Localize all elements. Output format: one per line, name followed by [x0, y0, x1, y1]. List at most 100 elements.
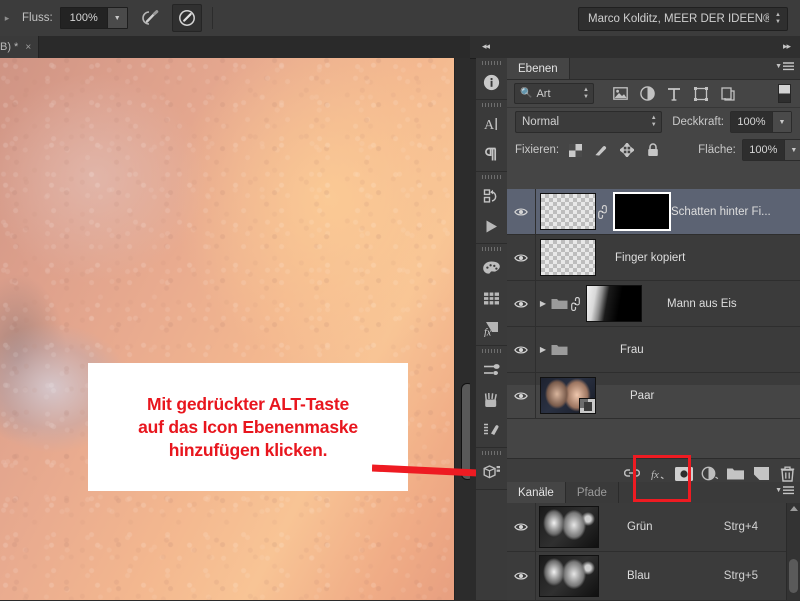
layer-name[interactable]: Paar — [630, 390, 654, 402]
shape-filter-icon[interactable] — [693, 86, 709, 102]
chevron-updown-icon[interactable]: ▲ ▼ — [579, 87, 593, 100]
layer-visibility-toggle[interactable] — [507, 189, 536, 234]
opacity-field[interactable]: 100% ▼ — [730, 111, 792, 133]
flow-value[interactable]: 100% — [60, 8, 107, 28]
scroll-up-arrow-icon[interactable] — [790, 506, 798, 511]
actions-play-icon[interactable] — [476, 211, 507, 241]
dock-grip[interactable] — [476, 58, 507, 67]
layer-list[interactable]: Schatten hinter Fi... Finger kopiert ▶ M… — [507, 189, 800, 419]
dock-grip[interactable] — [476, 448, 507, 457]
channels-scrollbar[interactable] — [786, 503, 800, 600]
image-filter-icon[interactable] — [612, 86, 628, 102]
channel-visibility-toggle[interactable] — [507, 552, 536, 600]
channel-thumbnail[interactable] — [539, 506, 599, 548]
link-icon[interactable] — [596, 204, 609, 219]
fill-dropdown-arrow[interactable]: ▼ — [783, 140, 800, 160]
info-icon[interactable] — [476, 67, 507, 97]
paragraph-icon[interactable] — [476, 139, 507, 169]
scrollbar-thumb[interactable] — [789, 559, 798, 593]
opacity-value[interactable]: 100% — [731, 112, 772, 132]
tablet-pressure-icon[interactable] — [171, 4, 202, 32]
three-d-icon[interactable] — [476, 457, 507, 487]
flow-dropdown-arrow[interactable]: ▼ — [106, 8, 127, 28]
smartobject-filter-icon[interactable] — [720, 86, 736, 102]
lock-all-icon[interactable] — [646, 143, 660, 157]
layers-panel: Ebenen ▼ 🔍 Art ▲ ▼ Normal ▲ ▼ Deckkraft:… — [507, 58, 800, 488]
layer-visibility-toggle[interactable] — [507, 373, 536, 418]
blend-mode-select[interactable]: Normal ▲ ▼ — [515, 111, 663, 133]
options-overflow-caret[interactable]: ▸ — [0, 13, 14, 24]
group-expand-triangle-icon[interactable]: ▶ — [536, 345, 550, 354]
chevron-updown-icon[interactable]: ▲ ▼ — [646, 115, 661, 128]
swatches-palette-icon[interactable] — [476, 253, 507, 283]
tool-preset-stepper-icon[interactable]: ▲ ▼ — [769, 12, 787, 25]
collapse-right-icon[interactable]: ▸▸ — [783, 41, 791, 52]
layer-name[interactable]: Frau — [620, 344, 644, 356]
layer-visibility-toggle[interactable] — [507, 327, 536, 372]
close-icon[interactable]: × — [25, 42, 31, 53]
brushes-icon[interactable] — [476, 385, 507, 415]
canvas-vertical-scrollbar[interactable] — [454, 58, 470, 600]
layer-thumbnail[interactable] — [540, 193, 596, 230]
table-row[interactable]: Finger kopiert — [507, 235, 800, 281]
dock-grip[interactable] — [476, 346, 507, 355]
lock-position-icon[interactable] — [620, 143, 635, 157]
dock-grip[interactable] — [476, 100, 507, 109]
canvas-area[interactable] — [0, 58, 470, 600]
document-tab[interactable]: B) * × — [0, 36, 40, 58]
channel-list[interactable]: Grün Strg+4 Blau Strg+5 — [507, 503, 800, 601]
layers-panel-tabbar: Ebenen ▼ — [507, 58, 800, 80]
type-filter-icon[interactable] — [666, 86, 682, 102]
layer-thumbnail[interactable] — [540, 377, 596, 414]
panel-menu-icon[interactable]: ▼ — [775, 486, 794, 495]
tab-ebenen[interactable]: Ebenen — [507, 58, 570, 79]
tool-preset-name: Marco Kolditz, MEER DER IDEEN® — [588, 13, 769, 25]
link-icon[interactable] — [569, 296, 582, 311]
channel-thumbnail[interactable] — [539, 555, 599, 597]
filter-kind-select[interactable]: 🔍 Art ▲ ▼ — [514, 83, 594, 104]
character-icon[interactable]: A — [476, 109, 507, 139]
layer-filter-row: 🔍 Art ▲ ▼ — [507, 80, 800, 108]
layer-visibility-toggle[interactable] — [507, 281, 536, 326]
tab-pfade[interactable]: Pfade — [566, 482, 619, 503]
layer-thumbnail[interactable] — [540, 239, 596, 276]
table-row[interactable]: ▶ Frau — [507, 327, 800, 373]
layer-mask-thumbnail[interactable] — [613, 192, 671, 231]
lock-transparency-icon[interactable] — [568, 143, 582, 157]
color-grid-icon[interactable] — [476, 283, 507, 313]
channel-name[interactable]: Blau — [627, 570, 650, 582]
tab-kanaele[interactable]: Kanäle — [507, 482, 566, 503]
table-row[interactable]: Grün Strg+4 — [507, 503, 800, 552]
group-expand-triangle-icon[interactable]: ▶ — [536, 299, 550, 308]
annotation-line-3: hinzufügen klicken. — [168, 439, 328, 460]
lock-icon-group — [568, 143, 660, 157]
filter-toggle-icon[interactable] — [778, 84, 791, 103]
history-icon[interactable] — [476, 181, 507, 211]
opacity-dropdown-arrow[interactable]: ▼ — [772, 112, 791, 132]
layer-name[interactable]: Schatten hinter Fi... — [671, 206, 771, 218]
adjustment-filter-icon[interactable] — [639, 86, 655, 102]
group-mask-thumbnail[interactable] — [586, 285, 642, 322]
brush-presets-icon[interactable] — [476, 355, 507, 385]
flow-field[interactable]: 100% ▼ — [59, 7, 128, 29]
table-row[interactable]: Schatten hinter Fi... — [507, 189, 800, 235]
styles-fx-icon[interactable]: fx — [476, 313, 507, 343]
table-row[interactable]: Paar — [507, 373, 800, 419]
channel-name[interactable]: Grün — [627, 521, 653, 533]
fill-value[interactable]: 100% — [742, 140, 784, 160]
tool-preset-select[interactable]: Marco Kolditz, MEER DER IDEEN® ▲ ▼ — [578, 7, 788, 31]
dock-grip[interactable] — [476, 244, 507, 253]
layer-name[interactable]: Finger kopiert — [615, 252, 685, 264]
dock-grip[interactable] — [476, 172, 507, 181]
table-row[interactable]: ▶ Mann aus Eis — [507, 281, 800, 327]
tool-presets-icon[interactable] — [476, 415, 507, 445]
layer-visibility-toggle[interactable] — [507, 235, 536, 280]
channel-visibility-toggle[interactable] — [507, 503, 536, 551]
airbrush-icon[interactable] — [136, 5, 164, 31]
layer-name[interactable]: Mann aus Eis — [667, 298, 737, 310]
table-row[interactable]: Blau Strg+5 — [507, 552, 800, 601]
lock-image-icon[interactable] — [594, 143, 608, 157]
collapse-left-icon[interactable]: ◂◂ — [482, 41, 490, 52]
panel-menu-icon[interactable]: ▼ — [775, 62, 794, 71]
fill-field[interactable]: 100% ▼ — [741, 139, 800, 161]
